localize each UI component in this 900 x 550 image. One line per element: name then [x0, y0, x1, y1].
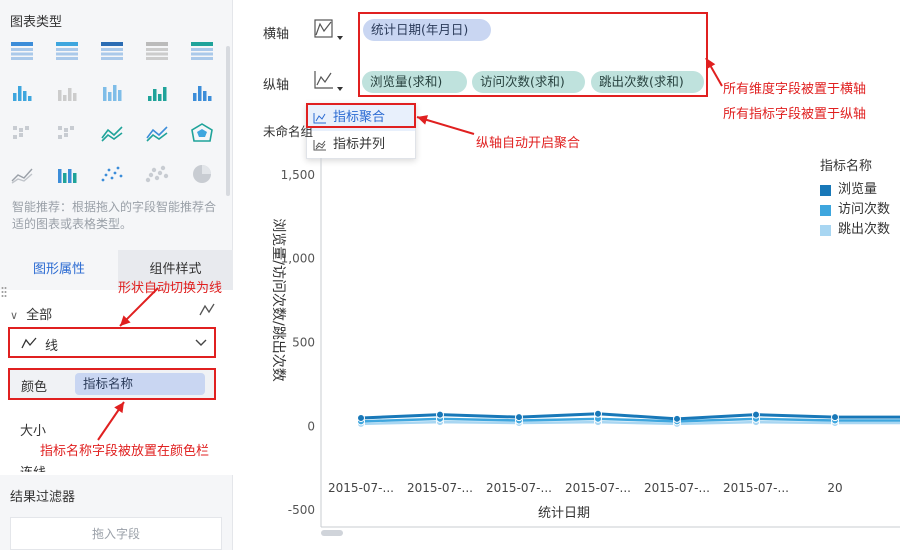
grouped-bar-chart-icon[interactable] [100, 81, 124, 103]
legend-label: 跳出次数 [838, 222, 891, 237]
filter-drop-zone[interactable]: 拖入字段 [10, 517, 222, 550]
data-point[interactable] [831, 413, 839, 422]
chevron-down-icon: ∨ [10, 309, 19, 322]
result-filter-title: 结果过滤器 [10, 490, 76, 505]
y-axis-label: 纵轴 [263, 78, 290, 93]
size-label: 大小 [20, 424, 47, 439]
annotation-aggregate: 纵轴自动开启聚合 [476, 136, 581, 151]
aggregate-toggle-icon[interactable] [312, 67, 346, 95]
all-label: 全部 [26, 308, 53, 323]
annotation-shape: 形状自动切换为线 [118, 281, 223, 296]
x-axis-title: 统计日期 [538, 506, 590, 521]
data-point[interactable] [594, 409, 602, 418]
legend-item[interactable]: 跳出次数 [820, 220, 890, 240]
legend-swatch [820, 185, 831, 196]
legend-title: 指标名称 [820, 159, 873, 174]
pie-chart-icon[interactable] [190, 163, 214, 185]
x-tick-label: 2015-07-... [328, 481, 394, 495]
stacked-bar-chart-icon[interactable] [190, 81, 214, 103]
area-chart-icon[interactable] [10, 163, 34, 185]
scatter-small-chart-icon[interactable] [55, 122, 79, 144]
legend-swatch [820, 205, 831, 216]
bar-chart-icon[interactable] [145, 81, 169, 103]
smart-hint: 智能推荐：根据拖入的字段智能推荐合适的图表或表格类型。 [12, 200, 217, 231]
y-tick-label: 1,500 [281, 168, 315, 182]
axis-fields-highlight [358, 12, 708, 97]
y-axis-title: 浏览量/访问次数/跳出次数 [270, 218, 286, 381]
legend-swatch [820, 225, 831, 236]
data-point[interactable] [357, 413, 365, 422]
cross-table-chart-icon[interactable] [55, 40, 79, 62]
scatter-chart-icon[interactable] [100, 163, 124, 185]
legend: 指标名称 浏览量 访问次数 跳出次数 [820, 155, 890, 240]
all-series-row[interactable]: ∨ 全部 [10, 304, 52, 323]
x-tick-label: 2015-07-... [407, 481, 473, 495]
data-point[interactable] [436, 410, 444, 419]
y-tick-label: 500 [292, 336, 315, 350]
legend-item[interactable]: 访问次数 [820, 200, 890, 220]
legend-label: 浏览量 [838, 182, 878, 197]
bubble-chart-icon[interactable] [145, 163, 169, 185]
annotation-color: 指标名称字段被放置在颜色栏 [40, 444, 210, 459]
table-chart-icon[interactable] [10, 40, 34, 62]
x-tick-label: 2015-07-... [486, 481, 552, 495]
shape-highlight [8, 327, 216, 358]
x-tick-label: 2015-07-... [723, 481, 789, 495]
x-tick-label: 2015-07-... [644, 481, 710, 495]
line-shape-icon [199, 303, 215, 316]
detail-table-chart-icon[interactable] [100, 40, 124, 62]
heatmap-chart-icon[interactable] [55, 81, 79, 103]
y-tick-label: -500 [288, 503, 315, 517]
tab-graph-properties[interactable]: 图形属性 [0, 250, 118, 290]
x-axis-label: 横轴 [263, 27, 290, 42]
line-chart: -50005001,0001,5002015-07-... 2015-07-...… [270, 158, 900, 536]
matrix-chart-icon[interactable] [10, 122, 34, 144]
annotation-arrow [416, 116, 475, 135]
annotation-measure: 所有指标字段被置于纵轴 [723, 107, 867, 122]
aggregate-highlight [306, 103, 416, 128]
arrow-head-icon [417, 115, 429, 125]
legend-label: 访问次数 [838, 202, 891, 217]
horizontal-scrollbar[interactable] [321, 530, 343, 536]
y-tick-label: 0 [307, 419, 315, 433]
annotation-dimension: 所有维度字段被置于横轴 [723, 82, 867, 97]
radar-chart-icon[interactable] [190, 122, 214, 144]
data-point[interactable] [673, 414, 681, 423]
dot-chart-chart-icon[interactable] [10, 81, 34, 103]
kpi-number-chart-icon[interactable] [145, 40, 169, 62]
data-point[interactable] [515, 413, 523, 422]
filled-table-chart-icon[interactable] [190, 40, 214, 62]
line-chart-icon[interactable] [145, 122, 169, 144]
data-point[interactable] [752, 410, 760, 419]
x-tick-label: 20 [827, 481, 842, 495]
chart-type-title: 图表类型 [10, 15, 63, 30]
x-tick-label: 2015-07-... [565, 481, 631, 495]
connect-line-row[interactable]: 连线 [20, 462, 46, 472]
color-highlight [8, 368, 216, 400]
chart-type-switch-icon[interactable] [312, 16, 346, 44]
line-multi-chart-icon[interactable] [100, 122, 124, 144]
legend-item[interactable]: 浏览量 [820, 180, 890, 200]
drag-handle-icon[interactable] [1, 286, 7, 300]
chart-type-scrollbar[interactable] [226, 46, 230, 196]
stacked-area-bar-chart-icon[interactable] [55, 163, 79, 185]
